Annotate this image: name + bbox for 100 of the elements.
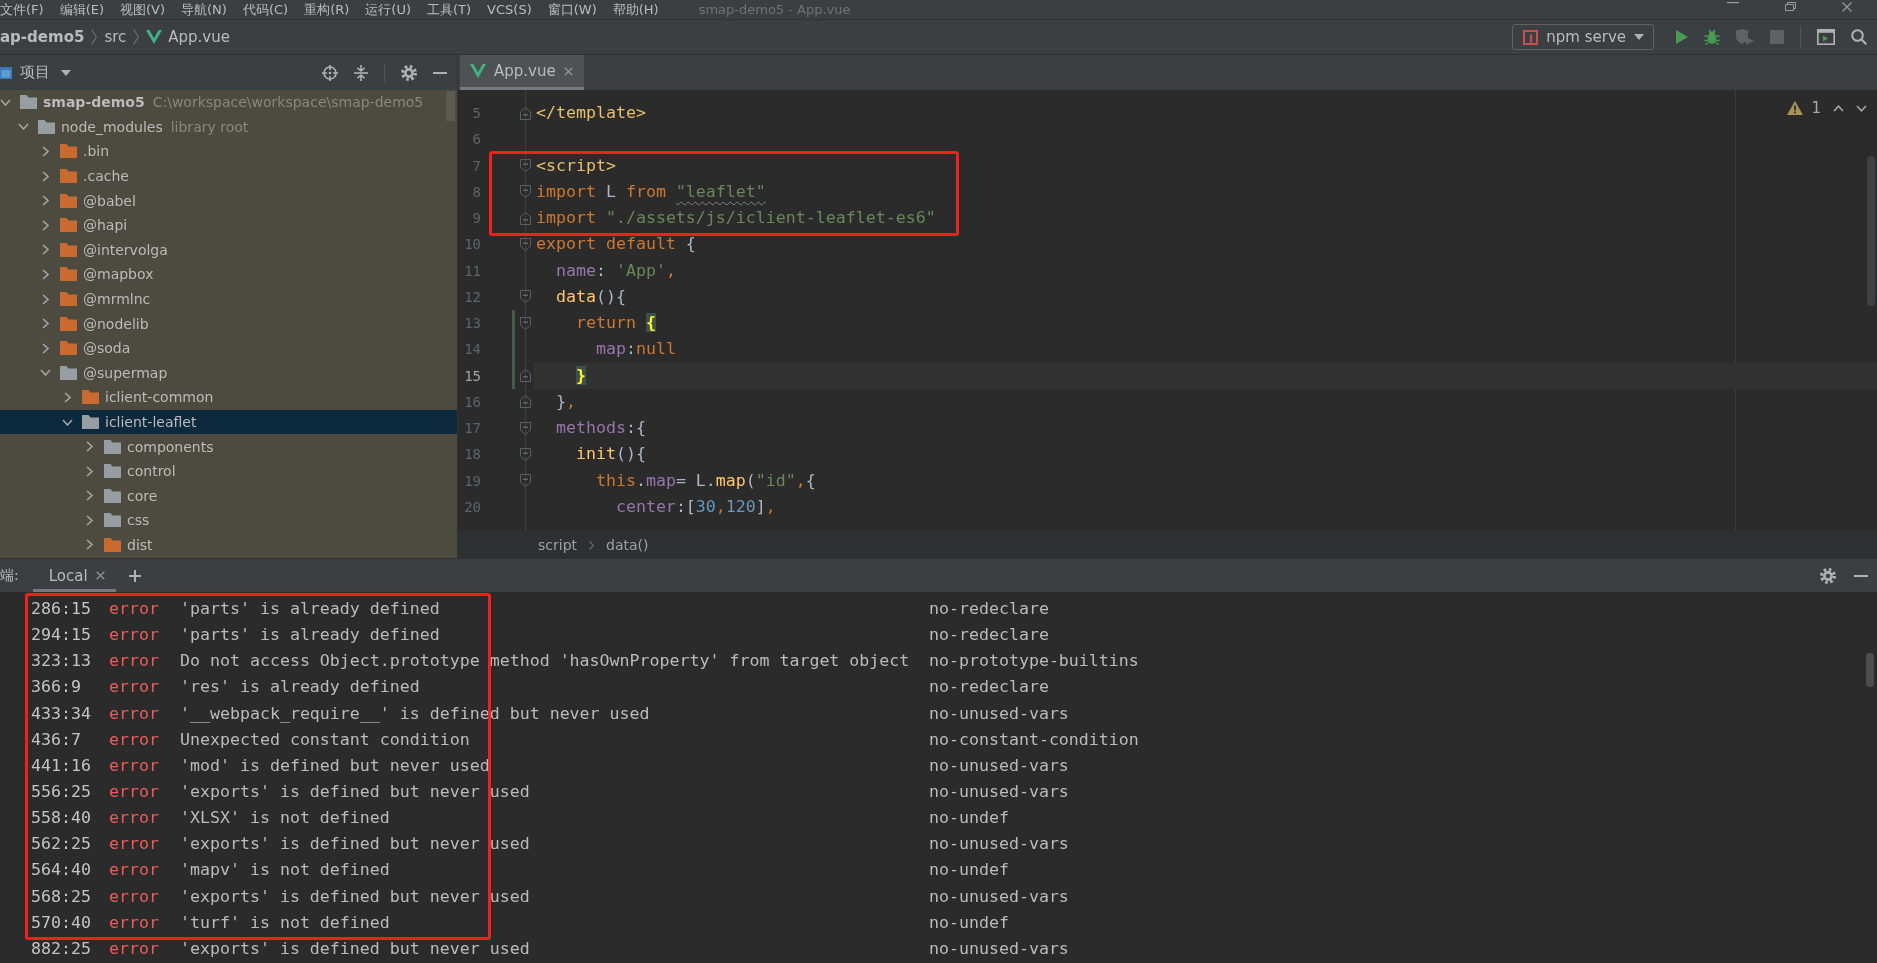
fold-marker-icon[interactable] — [520, 106, 531, 120]
tree-item[interactable]: node_modules library root — [0, 114, 457, 140]
scrollbar-thumb[interactable] — [1866, 653, 1874, 687]
chevron-icon[interactable] — [42, 146, 49, 157]
settings-icon[interactable] — [401, 64, 417, 81]
tree-item[interactable]: .cache — [0, 163, 457, 189]
breadcrumb-item[interactable]: ap-demo5 — [0, 28, 85, 46]
fold-marker-icon[interactable] — [520, 185, 531, 199]
editor-tab[interactable]: App.vue — [460, 55, 584, 90]
chevron-icon[interactable] — [86, 539, 93, 551]
menu-item[interactable]: 导航(N) — [181, 0, 227, 19]
fold-marker-icon[interactable] — [520, 159, 531, 173]
tree-item[interactable]: components — [0, 434, 457, 459]
tree-item[interactable]: iclient-common — [0, 385, 457, 410]
tree-item[interactable]: smap-demo5 C:\workspace\workspace\smap-demo5 — [0, 90, 457, 115]
run-config-dropdown[interactable]: npm serve — [1512, 24, 1654, 50]
chevron-icon[interactable] — [42, 170, 49, 182]
fold-marker-icon[interactable] — [520, 369, 531, 383]
tree-item[interactable]: dist — [0, 532, 457, 558]
menu-item[interactable]: 工具(T) — [427, 0, 472, 19]
chevron-icon[interactable] — [42, 244, 49, 256]
fold-marker-icon[interactable] — [520, 421, 531, 435]
tree-item[interactable]: iclient-leaflet — [0, 409, 457, 435]
tree-item[interactable]: @supermap — [0, 360, 457, 386]
chevron-icon[interactable] — [86, 465, 93, 477]
menu-item[interactable]: 代码(C) — [242, 0, 289, 19]
chevron-down-icon[interactable] — [1856, 104, 1867, 112]
scrollbar-thumb[interactable] — [446, 91, 455, 121]
scrollbar-thumb[interactable] — [1867, 156, 1875, 306]
settings-icon[interactable] — [1820, 567, 1836, 584]
fold-marker-icon[interactable] — [520, 290, 531, 304]
chevron-icon[interactable] — [0, 98, 11, 106]
fold-marker-icon[interactable] — [520, 316, 531, 330]
tree-item-hint: C:\workspace\workspace\smap-demo5 — [152, 94, 424, 111]
tree-item[interactable]: @hapi — [0, 212, 457, 238]
search-icon[interactable] — [1851, 29, 1867, 45]
play-icon[interactable] — [1676, 30, 1688, 44]
v-logo-icon — [470, 64, 486, 78]
chevron-icon[interactable] — [86, 514, 93, 526]
chevron-icon[interactable] — [42, 268, 49, 280]
chevron-icon[interactable] — [42, 318, 49, 330]
tree-item[interactable]: @intervolga — [0, 237, 457, 263]
breadcrumb-item[interactable]: script — [538, 537, 577, 553]
fold-marker-icon[interactable] — [520, 395, 531, 409]
rule-name: no-constant-condition — [929, 728, 1139, 751]
close-icon[interactable] — [1842, 2, 1852, 12]
warning-icon[interactable] — [1787, 101, 1804, 115]
crosshair-icon[interactable] — [322, 64, 338, 81]
window-play-icon[interactable] — [1817, 29, 1835, 45]
menu-item[interactable]: 编辑(E) — [59, 0, 104, 19]
menu-item[interactable]: 帮助(H) — [612, 0, 659, 19]
chevron-icon[interactable] — [42, 342, 49, 354]
tree-item[interactable]: @nodelib — [0, 311, 457, 336]
breadcrumb-item[interactable]: App.vue — [146, 28, 230, 46]
chevron-icon[interactable] — [42, 195, 49, 207]
tree-item[interactable]: @mrmlnc — [0, 286, 457, 312]
minimize-icon[interactable] — [1854, 574, 1868, 577]
restore-icon[interactable] — [1785, 2, 1796, 11]
code-line: <script> — [535, 154, 616, 177]
chevron-icon[interactable] — [62, 418, 73, 426]
tree-item[interactable]: control — [0, 458, 457, 484]
tree-item[interactable]: @soda — [0, 335, 457, 361]
tree-item[interactable]: .bin — [0, 139, 457, 164]
tree-item[interactable]: core — [0, 483, 457, 509]
breadcrumb-item[interactable]: data() — [606, 537, 649, 553]
menu-item[interactable]: 运行(U) — [365, 0, 411, 19]
code-line: }, — [554, 390, 576, 413]
chevron-icon[interactable] — [18, 123, 29, 131]
terminal-tab[interactable]: Local — [32, 559, 116, 592]
fold-marker-icon[interactable] — [520, 211, 531, 225]
fold-marker-icon[interactable] — [520, 447, 531, 461]
caret-icon — [1634, 34, 1644, 40]
menu-item[interactable]: VCS(S) — [487, 0, 532, 19]
panel-title[interactable]: 项目 — [20, 63, 50, 82]
warning-count[interactable]: 1 — [1811, 99, 1821, 117]
plus-icon[interactable] — [128, 569, 141, 582]
close-icon[interactable] — [563, 66, 573, 76]
minimize-icon[interactable] — [433, 71, 447, 74]
menu-item[interactable]: 窗口(W) — [547, 0, 597, 19]
chevron-icon[interactable] — [40, 369, 51, 377]
collapse-icon[interactable] — [354, 64, 368, 81]
fold-marker-icon[interactable] — [520, 237, 531, 251]
menu-item[interactable]: 视图(V) — [120, 0, 166, 19]
chevron-icon[interactable] — [64, 391, 71, 403]
fold-marker-icon[interactable] — [520, 474, 531, 488]
chevron-icon[interactable] — [42, 293, 49, 305]
menu-item[interactable]: 文件(F) — [0, 0, 44, 19]
tree-item[interactable]: @mapbox — [0, 262, 457, 287]
chevron-icon[interactable] — [86, 441, 93, 453]
close-icon[interactable] — [95, 571, 105, 580]
chevron-up-icon[interactable] — [1833, 104, 1844, 112]
chevron-icon[interactable] — [42, 219, 49, 231]
caret-icon[interactable] — [61, 69, 71, 76]
chevron-icon[interactable] — [86, 490, 93, 502]
minimize-icon[interactable] — [1727, 2, 1739, 4]
tree-item[interactable]: css — [0, 508, 457, 533]
tree-item[interactable]: @babel — [0, 188, 457, 213]
menu-item[interactable]: 重构(R) — [304, 0, 350, 19]
breadcrumb-item[interactable]: src — [104, 28, 127, 46]
bug-icon[interactable] — [1704, 29, 1720, 45]
